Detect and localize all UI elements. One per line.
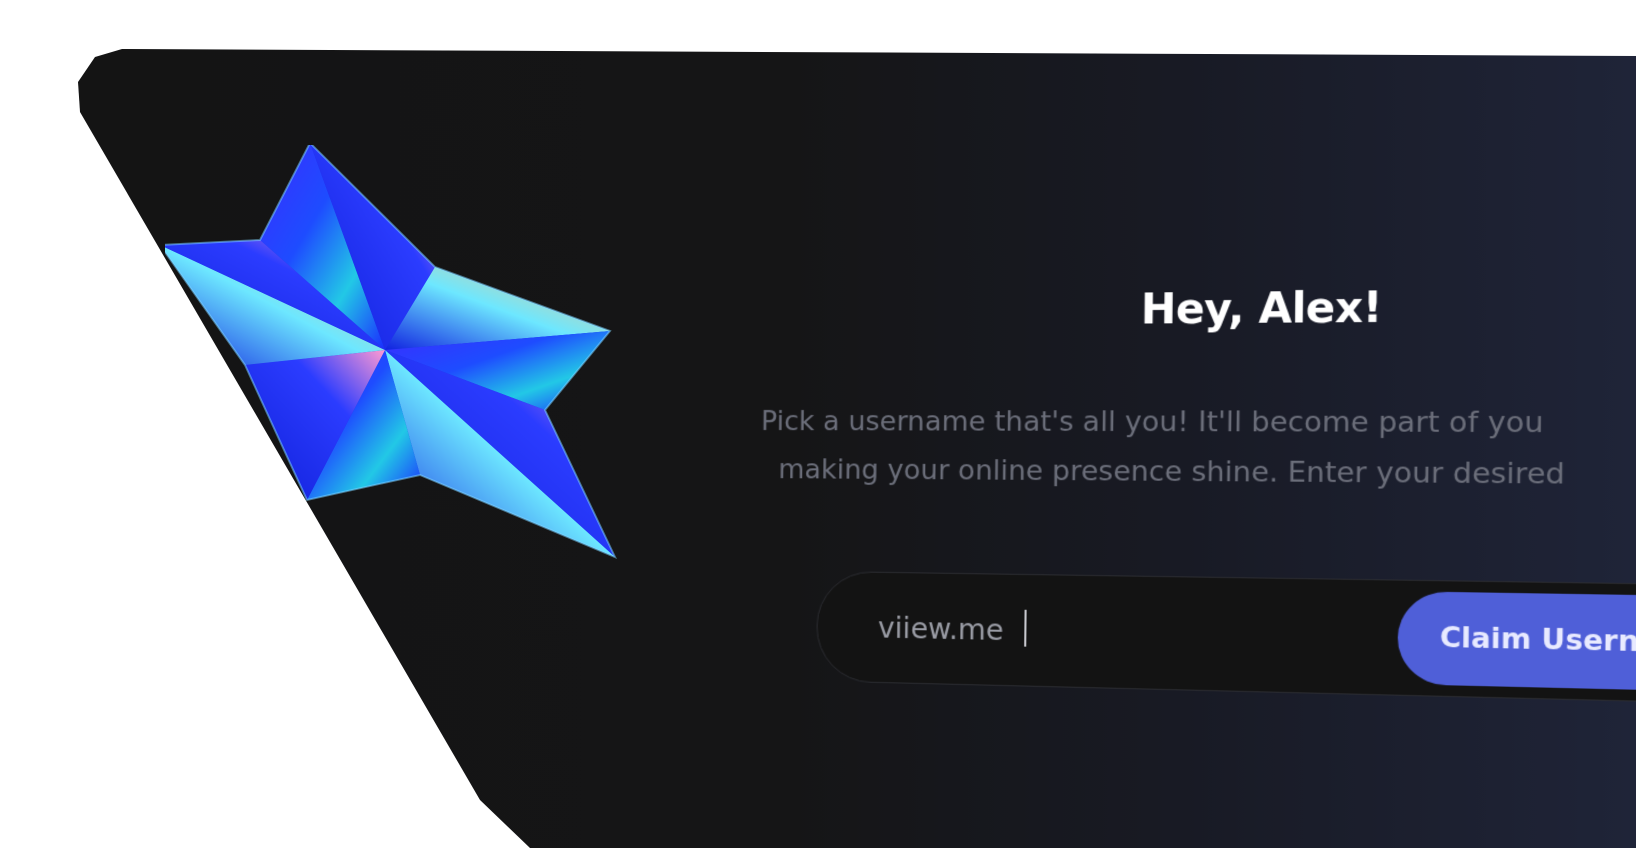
description-line-2: making your online presence shine. Enter… [778,454,1566,492]
claim-username-button[interactable]: Claim Usern [1397,591,1636,693]
username-form: Claim Usern [816,570,1636,705]
text-caret [1024,609,1027,647]
description-line-1: Pick a username that's all you! It'll be… [760,405,1544,440]
username-input[interactable] [877,603,1320,662]
username-panel: Hey, Alex! Pick a username that's all yo… [758,281,1636,779]
description-text: Pick a username that's all you! It'll be… [760,398,1636,502]
greeting-title: Hey, Alex! [1140,283,1383,334]
iridescent-star-icon [165,145,618,559]
stage: Hey, Alex! Pick a username that's all yo… [0,0,1636,848]
